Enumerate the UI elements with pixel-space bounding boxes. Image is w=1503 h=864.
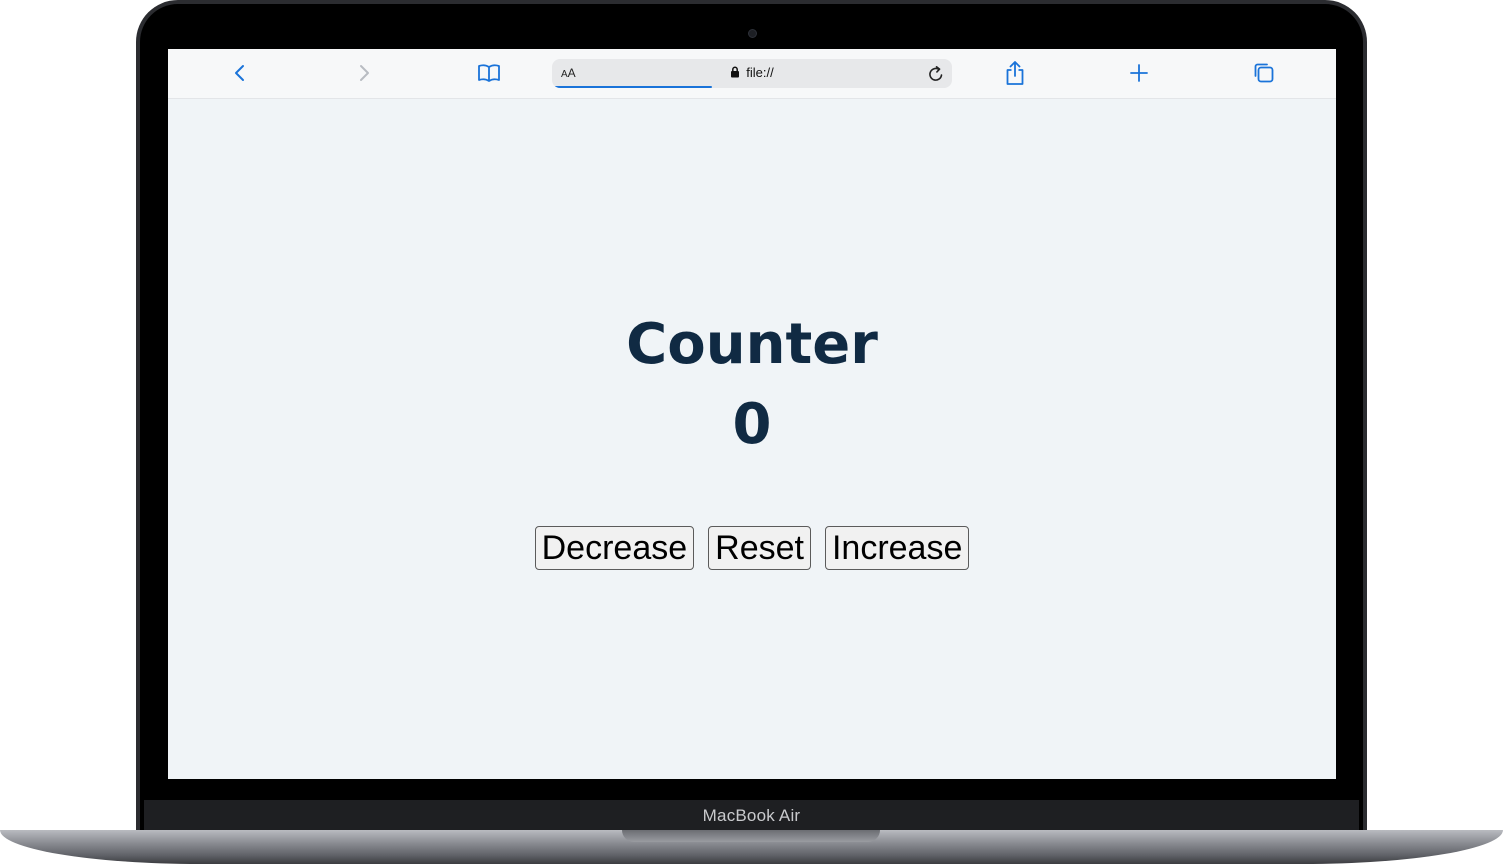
page-content: Counter 0 Decrease Reset Increase — [168, 98, 1336, 779]
bookmarks-button[interactable] — [476, 60, 502, 86]
tabs-icon — [1254, 63, 1274, 83]
share-button[interactable] — [1002, 60, 1028, 86]
address-bar[interactable]: AA file:// — [552, 59, 952, 88]
forward-button[interactable] — [351, 60, 377, 86]
increase-button[interactable]: Increase — [824, 526, 970, 570]
reload-icon — [929, 66, 943, 81]
laptop-mockup: AA file:// Counter 0 Decrease Reset Incr… — [0, 0, 1503, 864]
back-button[interactable] — [227, 60, 253, 86]
page-title: Counter — [626, 312, 878, 377]
tabs-overview-button[interactable] — [1251, 60, 1277, 86]
decrease-button[interactable]: Decrease — [534, 526, 695, 570]
plus-icon — [1130, 64, 1148, 82]
chevron-right-icon — [360, 65, 369, 81]
counter-controls: Decrease Reset Increase — [168, 526, 1336, 570]
lock-icon — [731, 66, 740, 78]
browser-window: AA file:// Counter 0 Decrease Reset Incr… — [168, 49, 1336, 779]
laptop-hinge-notch — [622, 830, 880, 842]
book-icon — [478, 64, 500, 82]
url-text: file:// — [746, 65, 774, 80]
new-tab-button[interactable] — [1126, 60, 1152, 86]
camera-icon — [748, 29, 757, 38]
url-display: file:// — [552, 65, 952, 80]
chevron-left-icon — [235, 65, 244, 81]
browser-toolbar: AA file:// — [168, 49, 1336, 99]
reload-button[interactable] — [926, 64, 946, 84]
share-icon — [1006, 61, 1024, 85]
device-brand-label: MacBook Air — [702, 806, 801, 825]
counter-value: 0 — [732, 392, 772, 457]
page-load-progress — [554, 86, 712, 88]
reset-button[interactable]: Reset — [708, 526, 811, 570]
